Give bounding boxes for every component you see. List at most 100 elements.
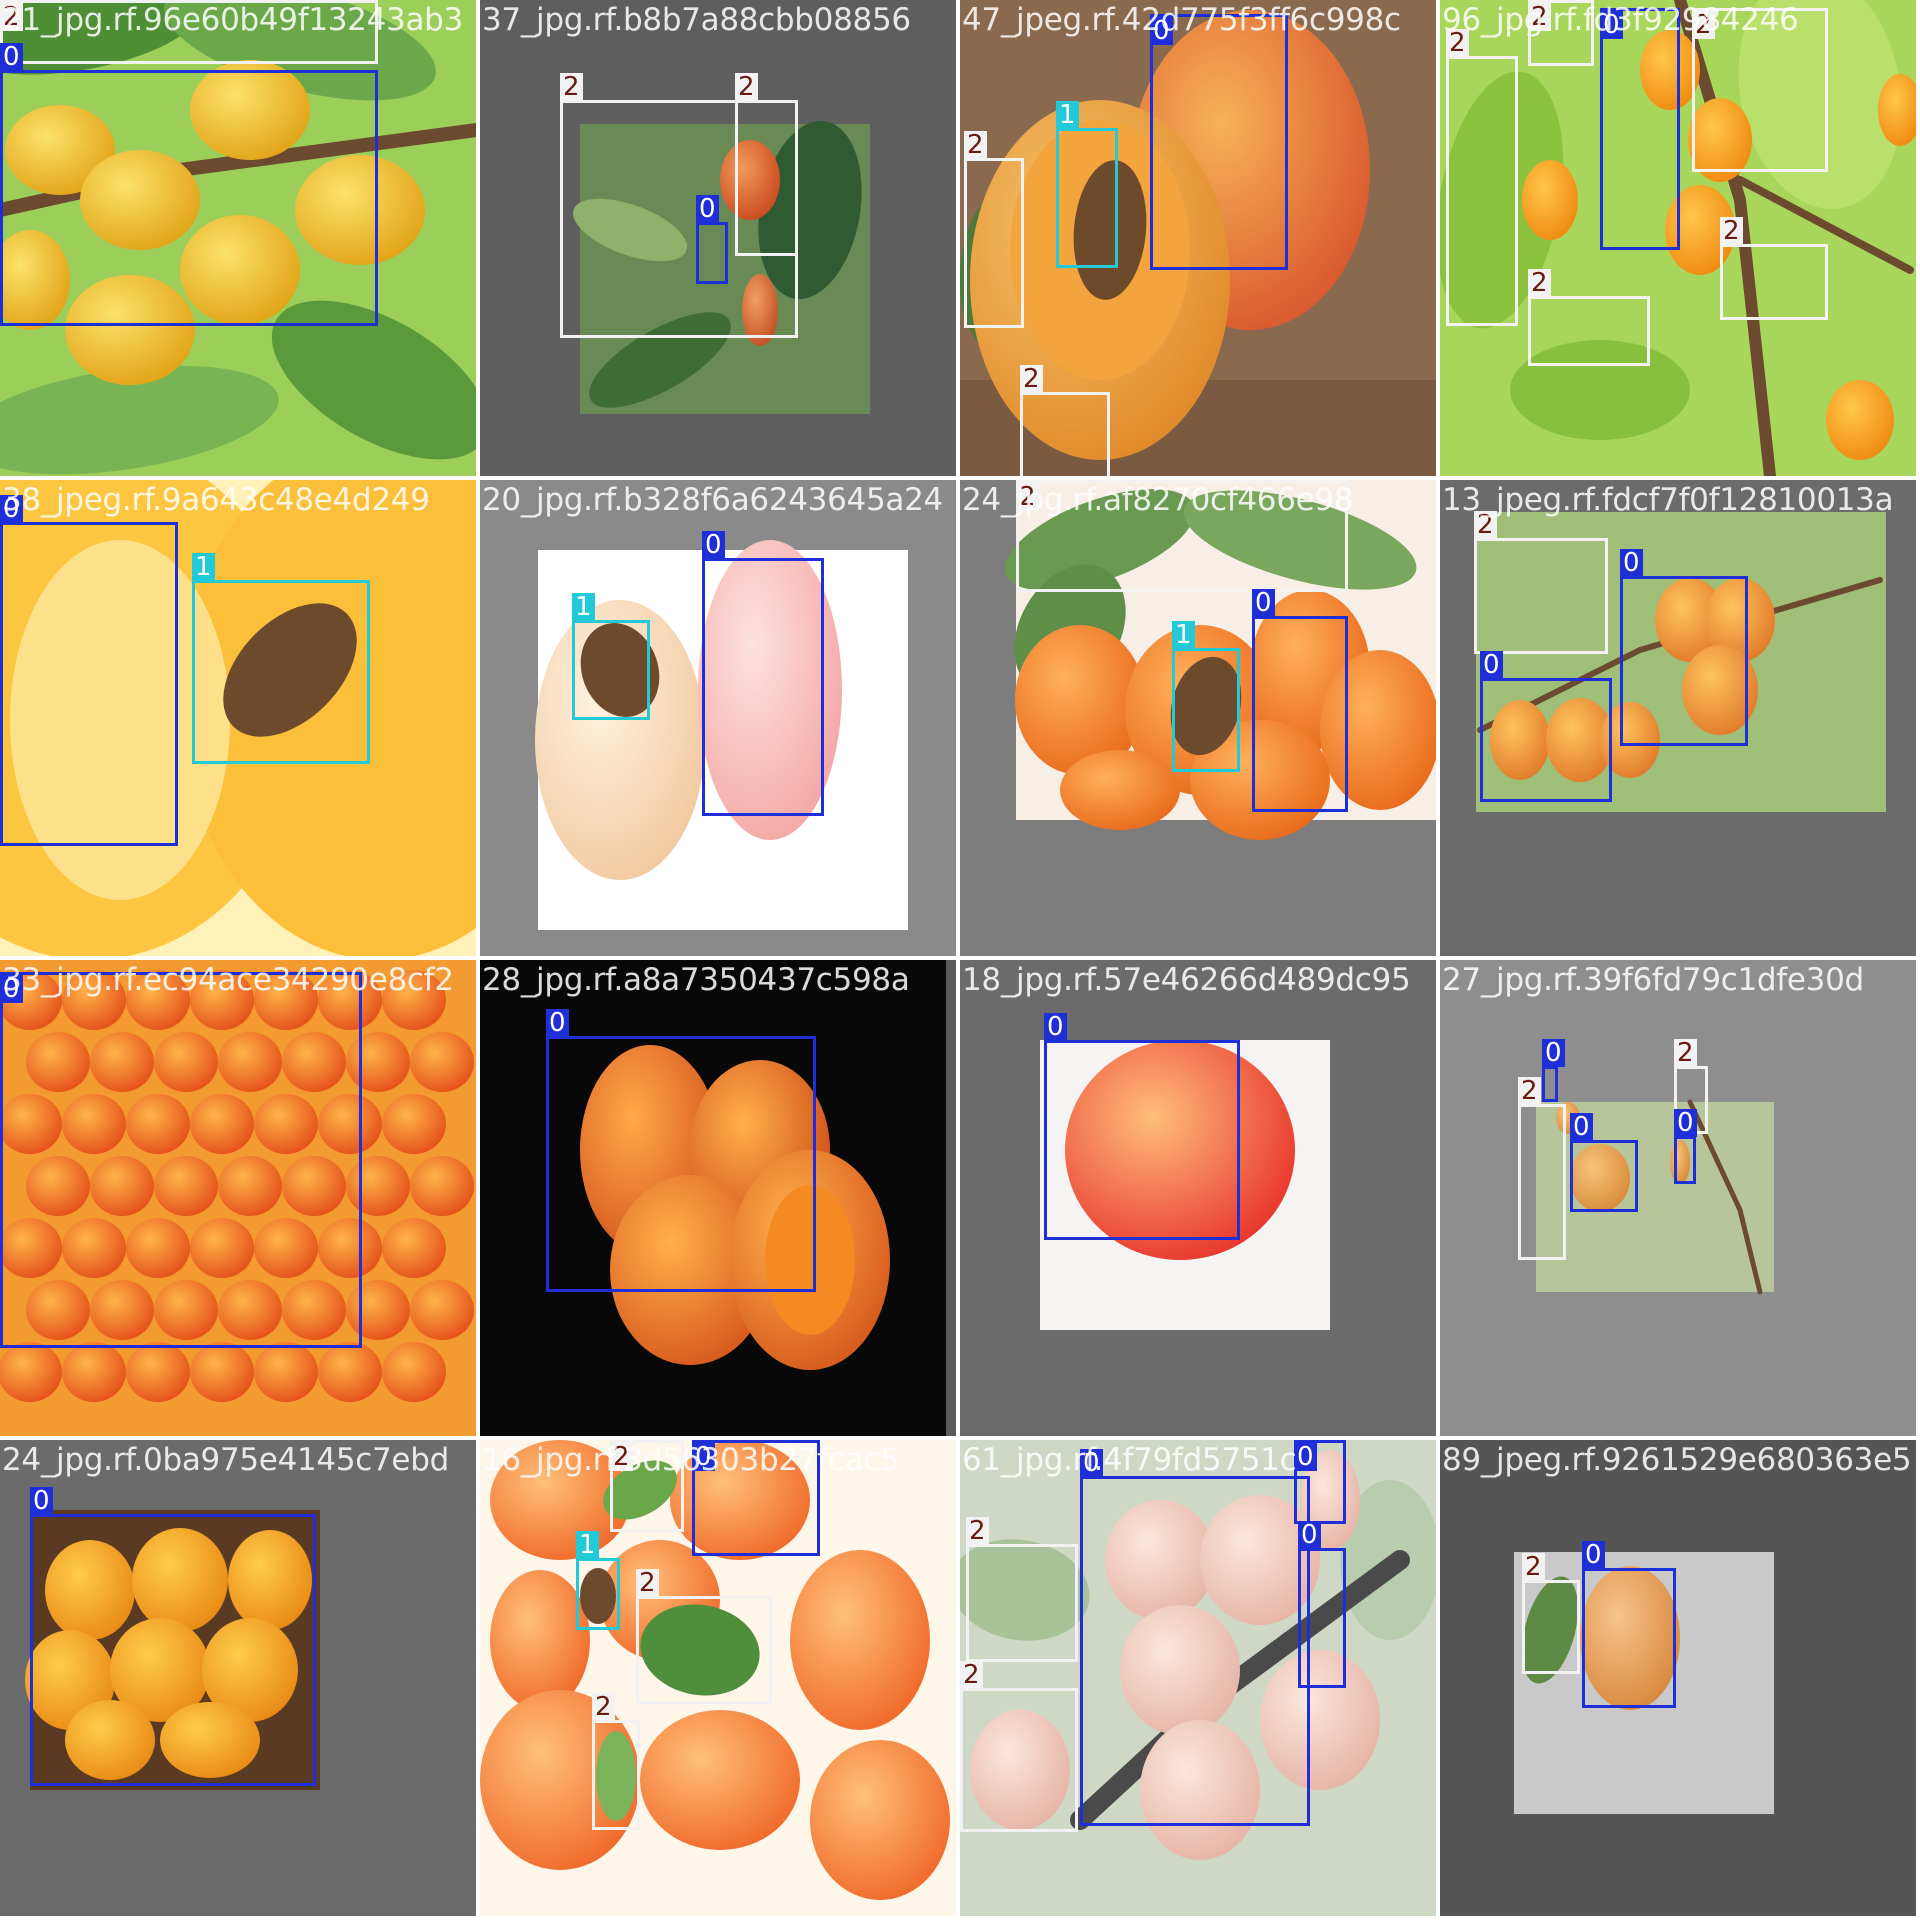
bbox-label: 2 <box>560 73 583 101</box>
bbox-label: 0 <box>1480 651 1503 679</box>
apricot <box>490 1570 590 1710</box>
bbox-class-0: 0 <box>1080 1449 1310 1826</box>
bbox-class-1: 1 <box>1056 101 1118 268</box>
tile-filename: 13_jpeg.rf.fdcf7f0f12810013a <box>1442 482 1894 518</box>
bbox-label: 2 <box>1674 1039 1697 1067</box>
apricot <box>0 1342 62 1402</box>
tile-filename: 47_jpeg.rf.42d775f3ff6c998c <box>962 2 1401 38</box>
apricot <box>410 1032 474 1092</box>
tile-filename: 38_jpeg.rf.9a643c48e4d249 <box>2 482 430 518</box>
bbox-class-2: 2 <box>1474 511 1608 654</box>
bbox-label: 0 <box>1620 549 1643 577</box>
bbox-class-0: 0 <box>1570 1113 1638 1212</box>
image-tile: 28_jpg.rf.a8a7350437c598a 0 <box>480 960 956 1436</box>
bbox-class-0: 0 <box>696 195 728 284</box>
image-tile: 16_jpg.rf.3d56303b27fcac5 2 0 1 2 2 <box>480 1440 956 1916</box>
bbox-class-2: 2 <box>1522 1553 1580 1674</box>
bbox-label: 0 <box>1044 1013 1067 1041</box>
apricot <box>1060 750 1180 830</box>
bbox-class-0: 0 <box>1294 1440 1346 1524</box>
image-tile: 96_jpg.rf.fd3f92984246 2 2 0 2 2 2 <box>1440 0 1916 476</box>
tile-photo <box>1440 1440 1916 1916</box>
tile-filename: 20_jpg.rf.b328f6a6243645a24 <box>482 482 943 518</box>
tile-photo <box>1440 960 1916 1436</box>
bbox-label: 0 <box>546 1009 569 1037</box>
bbox-label: 2 <box>964 131 987 159</box>
apricot <box>382 1218 446 1278</box>
bbox-class-2: 2 <box>636 1569 772 1704</box>
bbox-class-0: 0 <box>30 1487 316 1786</box>
apricot <box>1522 160 1578 240</box>
bbox-class-0: 0 <box>0 495 178 846</box>
bbox-label: 0 <box>696 195 719 223</box>
image-tile: 61_jpg.rf.4f79fd5751c 0 0 2 2 0 <box>960 1440 1436 1916</box>
bbox-label: 1 <box>192 553 215 581</box>
tile-edge <box>946 960 956 1436</box>
tile-filename: 89_jpeg.rf.9261529e680363e5 <box>1442 1442 1912 1478</box>
bbox-label: 0 <box>1298 1521 1321 1549</box>
bbox-class-2: 2 <box>1446 29 1518 326</box>
bbox-class-1: 1 <box>192 553 370 764</box>
bbox-class-0: 0 <box>1298 1521 1346 1688</box>
apricot <box>640 1710 800 1850</box>
apricot <box>318 1342 382 1402</box>
bbox-label: 0 <box>1294 1443 1317 1471</box>
image-tile: 33_jpg.rf.ec94ace34290e8cf2 0 <box>0 960 476 1436</box>
image-tile: 47_jpeg.rf.42d775f3ff6c998c 0 1 2 2 <box>960 0 1436 476</box>
mosaic-grid: 21_jpg.rf.96e60b49f13243ab3 2 0 37_jpg.rf.b… <box>0 0 1920 1920</box>
tile-filename: 21_jpg.rf.96e60b49f13243ab3 <box>2 2 463 38</box>
tile-filename: 61_jpg.rf.4f79fd5751c <box>962 1442 1297 1478</box>
tile-filename: 33_jpg.rf.ec94ace34290e8cf2 <box>2 962 454 998</box>
image-tile: 24_jpg.rf.af8270cf466e98 2 0 1 <box>960 480 1436 956</box>
apricot <box>810 1740 950 1900</box>
bbox-class-0: 0 <box>1620 549 1748 746</box>
tile-filename: 16_jpg.rf.3d56303b27fcac5 <box>482 1442 900 1478</box>
bbox-label: 0 <box>1252 589 1275 617</box>
bbox-class-2: 2 <box>1518 1077 1566 1260</box>
tile-filename: 28_jpg.rf.a8a7350437c598a <box>482 962 910 998</box>
apricot <box>410 1156 474 1216</box>
bbox-label: 2 <box>1522 1553 1545 1581</box>
bbox-label: 0 <box>702 531 725 559</box>
tile-filename: 96_jpg.rf.fd3f92984246 <box>1442 2 1799 38</box>
apricot <box>382 1342 446 1402</box>
tile-filename: 27_jpg.rf.39f6fd79c1dfe30d <box>1442 962 1864 998</box>
apricot <box>62 1342 126 1402</box>
bbox-class-2: 2 <box>1020 365 1110 476</box>
bbox-label: 1 <box>576 1531 599 1559</box>
bbox-class-0: 0 <box>1252 589 1348 812</box>
image-tile: 18_jpg.rf.57e46266d489dc95 0 <box>960 960 1436 1436</box>
bbox-label: 0 <box>1582 1541 1605 1569</box>
bbox-class-2: 2 <box>1720 217 1828 320</box>
bbox-class-1: 1 <box>1172 621 1240 772</box>
apricot <box>382 1094 446 1154</box>
bbox-class-0: 0 <box>1674 1109 1697 1184</box>
bbox-label: 2 <box>735 73 758 101</box>
image-tile: 20_jpg.rf.b328f6a6243645a24 1 0 <box>480 480 956 956</box>
tile-filename: 37_jpg.rf.b8b7a88cbb08856 <box>482 2 911 38</box>
apricot <box>254 1342 318 1402</box>
bbox-label: 2 <box>1528 269 1551 297</box>
bbox-label: 2 <box>592 1693 615 1721</box>
bbox-label: 1 <box>572 593 595 621</box>
bbox-label: 2 <box>960 1661 983 1689</box>
apricot <box>790 1550 930 1730</box>
bbox-class-0: 0 <box>1044 1013 1240 1240</box>
bbox-class-0: 0 <box>0 972 362 1348</box>
apricot <box>1826 380 1894 460</box>
bbox-class-0: 0 <box>1480 651 1612 802</box>
apricot <box>190 1342 254 1402</box>
image-tile: 38_jpeg.rf.9a643c48e4d249 0 1 <box>0 480 476 956</box>
bbox-label: 2 <box>1720 217 1743 245</box>
image-tile: 21_jpg.rf.96e60b49f13243ab3 2 0 <box>0 0 476 476</box>
image-tile: 89_jpeg.rf.9261529e680363e5 2 0 <box>1440 1440 1916 1916</box>
bbox-class-1: 1 <box>572 593 650 720</box>
image-tile: 24_jpg.rf.0ba975e4145c7ebd 0 <box>0 1440 476 1916</box>
bbox-class-0: 0 <box>1582 1541 1676 1708</box>
bbox-label: 2 <box>966 1517 989 1545</box>
bbox-class-2: 2 <box>735 73 798 256</box>
bbox-label: 1 <box>1172 621 1195 649</box>
bbox-label: 2 <box>636 1569 659 1597</box>
bbox-class-0: 0 <box>1600 8 1680 250</box>
bbox-class-0: 0 <box>546 1009 816 1292</box>
